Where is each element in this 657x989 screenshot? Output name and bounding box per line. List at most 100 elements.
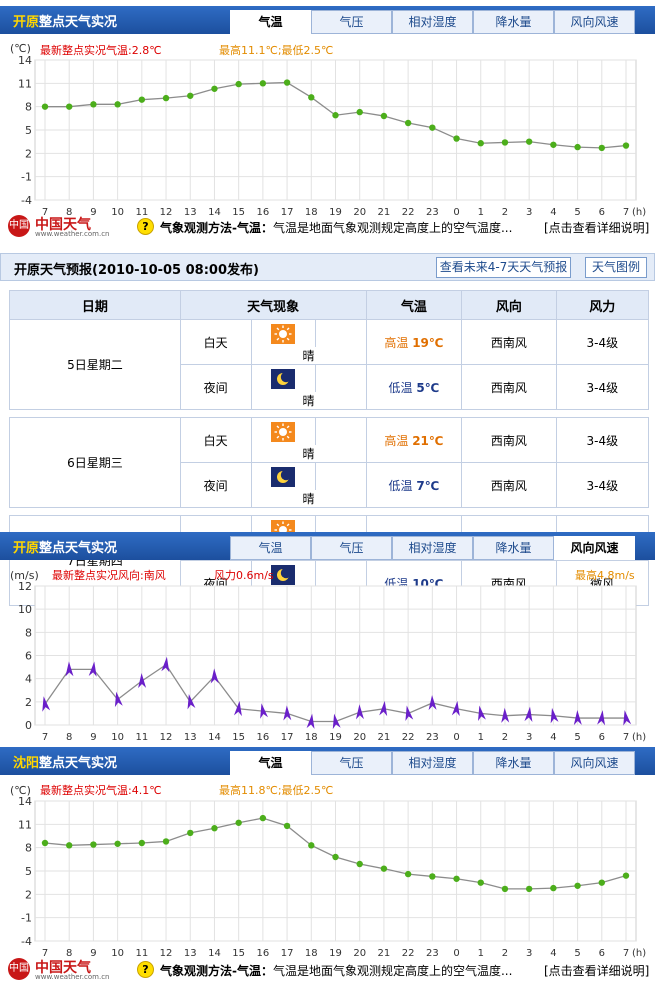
data-point[interactable] bbox=[138, 96, 146, 103]
y-tick-label: 4 bbox=[25, 673, 32, 686]
data-point[interactable] bbox=[138, 839, 146, 847]
temp-section-shenyang: 沈阳整点天气实况 气温 气压 相对湿度 降水量 风向风速 (℃) 最新整点实况气… bbox=[0, 745, 657, 989]
data-point[interactable] bbox=[187, 829, 194, 837]
row-gap bbox=[9, 507, 649, 516]
data-point[interactable] bbox=[235, 819, 242, 826]
weather-legend-button[interactable]: 天气图例 bbox=[585, 257, 647, 278]
data-point[interactable] bbox=[259, 80, 267, 87]
x-tick-label: 14 bbox=[208, 732, 221, 743]
data-point[interactable] bbox=[66, 103, 73, 110]
method-desc: 气温是地面气象观测规定高度上的空气温度... bbox=[272, 964, 513, 978]
data-point[interactable] bbox=[308, 94, 315, 101]
data-point[interactable] bbox=[574, 143, 581, 151]
moon-icon bbox=[271, 466, 296, 487]
header-date: 日期 bbox=[9, 290, 181, 320]
data-point[interactable] bbox=[332, 112, 339, 119]
temp-value: 19℃ bbox=[412, 335, 444, 350]
data-point[interactable] bbox=[90, 101, 97, 108]
data-point[interactable] bbox=[187, 92, 194, 99]
data-point[interactable] bbox=[622, 872, 630, 879]
period-cell: 夜间 bbox=[179, 364, 252, 410]
data-point[interactable] bbox=[162, 94, 170, 102]
data-point[interactable] bbox=[356, 108, 363, 116]
data-point[interactable] bbox=[332, 853, 339, 861]
help-icon[interactable]: ? bbox=[137, 218, 154, 235]
method-label: 气象观测方法-气温： bbox=[160, 221, 273, 235]
data-point[interactable] bbox=[574, 882, 581, 889]
wind-force-cell: 3-4级 bbox=[555, 319, 650, 365]
data-point[interactable] bbox=[41, 103, 49, 110]
weather-text: 晴 bbox=[302, 349, 315, 363]
wind-dir-cell: 西南风 bbox=[461, 462, 557, 508]
future-forecast-button[interactable]: 查看未来4-7天天气预报 bbox=[436, 257, 571, 278]
data-point[interactable] bbox=[235, 80, 242, 88]
y-tick-label: 14 bbox=[18, 54, 32, 67]
data-point[interactable] bbox=[622, 142, 630, 149]
method-desc: 气温是地面气象观测规定高度上的空气温度... bbox=[272, 221, 513, 235]
x-tick-label: 4 bbox=[550, 732, 556, 743]
x-tick-label: 20 bbox=[353, 732, 366, 743]
forecast-section: 开原天气预报(2010-10-05 08:00发布) 查看未来4-7天天气预报 … bbox=[0, 253, 657, 606]
y-tick-label: -4 bbox=[21, 194, 32, 207]
data-point[interactable] bbox=[477, 140, 484, 147]
header-weather: 天气现象 bbox=[179, 290, 367, 320]
detail-link[interactable]: [点击查看详细说明] bbox=[544, 962, 649, 979]
chart-svg: 0246810127 8 9 10 11 12 13 14 15 16 17 18 19 20 21 22 23… bbox=[18, 580, 646, 743]
data-point[interactable] bbox=[211, 825, 218, 832]
detail-link[interactable]: [点击查看详细说明] bbox=[544, 219, 649, 236]
data-point[interactable] bbox=[429, 124, 436, 131]
weather-logo[interactable]: 中国 中国天气 www.weather.com.cn bbox=[8, 215, 110, 239]
data-point[interactable] bbox=[66, 842, 73, 849]
data-point[interactable] bbox=[356, 860, 363, 868]
data-point[interactable] bbox=[380, 865, 388, 872]
table-header: 日期 天气现象 气温 风向 风力 bbox=[9, 290, 650, 320]
y-tick-label: 11 bbox=[18, 818, 32, 831]
data-point[interactable] bbox=[453, 875, 460, 882]
data-point[interactable] bbox=[501, 139, 509, 146]
data-point[interactable] bbox=[598, 144, 605, 152]
temp-cell: 高温 19℃ bbox=[365, 319, 463, 365]
x-tick-label: 22 bbox=[402, 732, 415, 743]
data-point[interactable] bbox=[501, 885, 509, 893]
data-point[interactable] bbox=[283, 822, 291, 830]
data-point[interactable] bbox=[308, 842, 315, 849]
wind-force-cell: 3-4级 bbox=[555, 364, 650, 410]
x-tick-label: 17 bbox=[281, 732, 294, 743]
data-point[interactable] bbox=[162, 838, 170, 845]
header-wind-dir: 风向 bbox=[461, 290, 557, 320]
y-tick-label: 5 bbox=[25, 124, 32, 137]
method-text: 气象观测方法-气温：气温是地面气象观测规定高度上的空气温度... bbox=[160, 962, 512, 979]
temp-type: 高温 bbox=[384, 335, 409, 350]
data-point[interactable] bbox=[429, 873, 436, 880]
data-point[interactable] bbox=[380, 112, 388, 120]
y-tick-label: 8 bbox=[25, 842, 32, 855]
data-point[interactable] bbox=[404, 870, 412, 878]
data-point[interactable] bbox=[41, 839, 49, 847]
date-cell: 6日星期三 bbox=[9, 417, 181, 508]
data-point[interactable] bbox=[525, 885, 533, 893]
temp-type: 高温 bbox=[384, 433, 409, 448]
header-temp: 气温 bbox=[365, 290, 463, 320]
weather-logo[interactable]: 中国 中国天气 www.weather.com.cn bbox=[8, 958, 110, 982]
data-point[interactable] bbox=[525, 138, 533, 145]
temp-cell: 高温 21℃ bbox=[365, 417, 463, 463]
data-point[interactable] bbox=[550, 141, 557, 148]
data-point[interactable] bbox=[259, 814, 267, 822]
y-tick-label: 10 bbox=[18, 603, 32, 616]
data-point[interactable] bbox=[90, 841, 97, 848]
sun-icon bbox=[271, 421, 296, 442]
data-point[interactable] bbox=[211, 85, 218, 92]
data-point[interactable] bbox=[114, 840, 121, 847]
data-point[interactable] bbox=[598, 879, 605, 886]
data-point[interactable] bbox=[453, 135, 460, 142]
data-point[interactable] bbox=[550, 884, 557, 892]
temp-type: 低温 bbox=[388, 380, 413, 395]
x-tick-label: 6 bbox=[599, 732, 605, 743]
forecast-row: 6日星期三 白天晴高温 21℃ 西南风 3-4级 bbox=[9, 417, 650, 508]
data-point[interactable] bbox=[114, 101, 121, 108]
data-point[interactable] bbox=[404, 119, 412, 127]
help-icon[interactable]: ? bbox=[137, 961, 154, 978]
data-point[interactable] bbox=[283, 79, 291, 86]
x-unit-label: (h) bbox=[632, 732, 646, 743]
data-point[interactable] bbox=[477, 879, 484, 886]
